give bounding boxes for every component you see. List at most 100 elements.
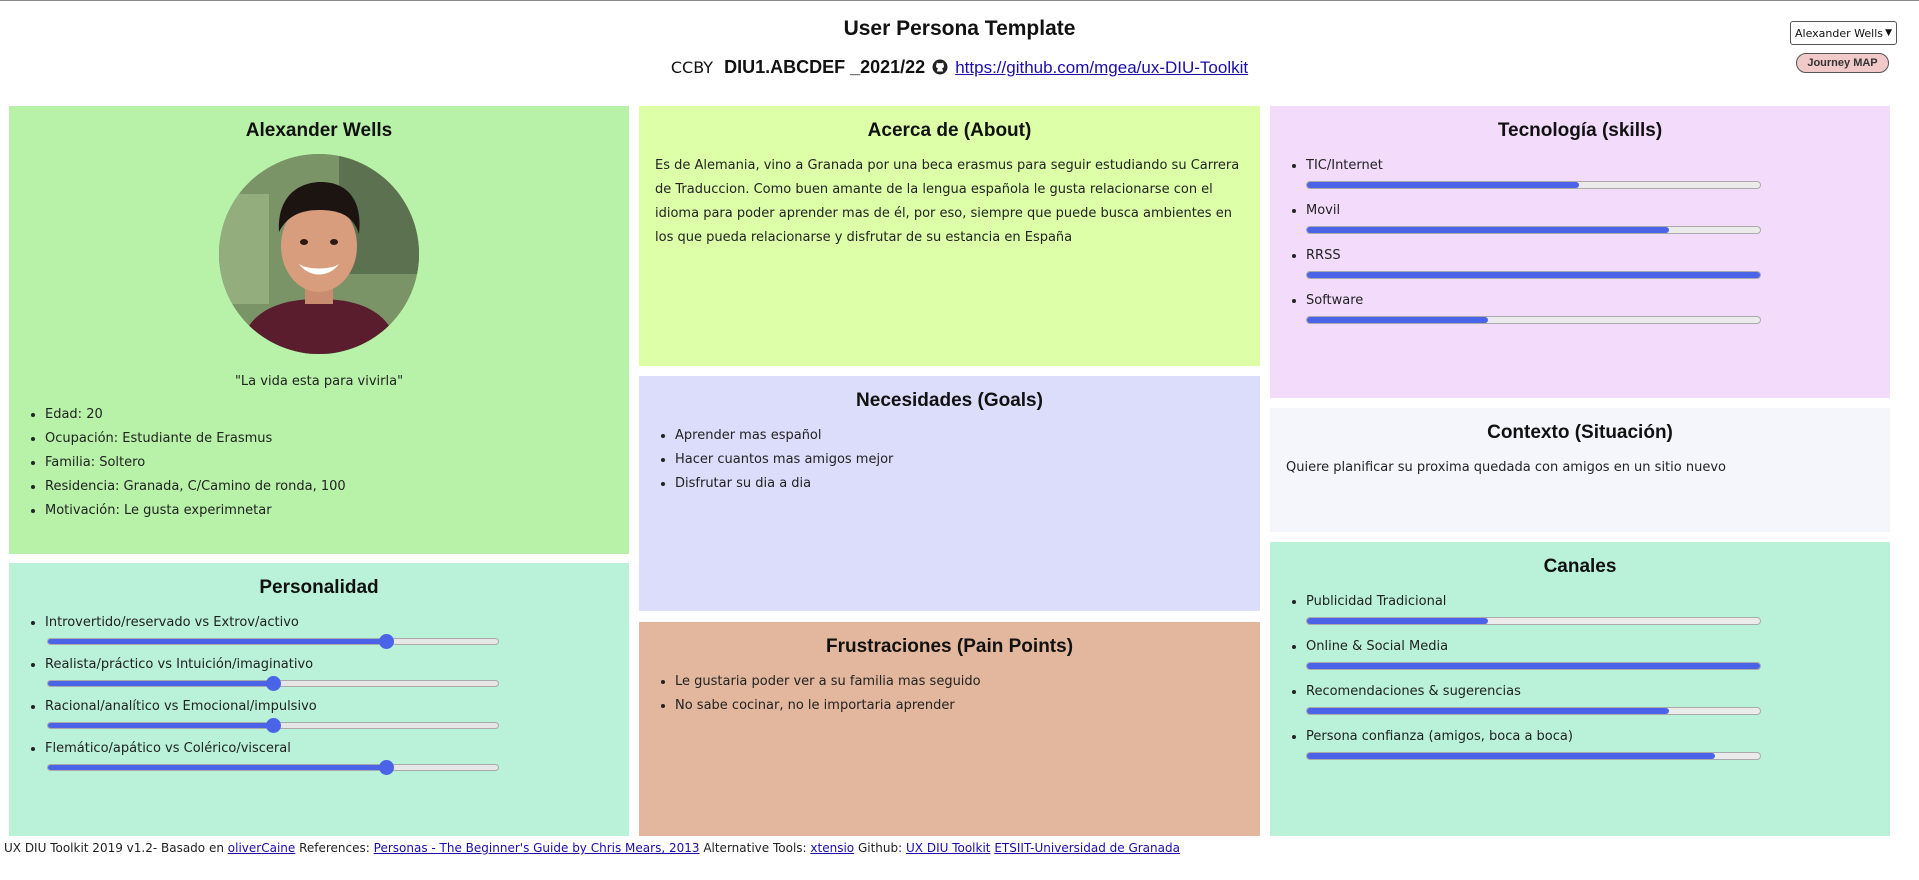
- detail-residence: Residencia: Granada, C/Camino de ronda, …: [45, 475, 613, 499]
- trait-slider-thumb[interactable]: [378, 634, 394, 649]
- channel-progress-fill: [1307, 753, 1715, 759]
- github-icon: [932, 59, 948, 75]
- about-card: Acerca de (About) Es de Alemania, vino a…: [639, 106, 1260, 366]
- about-title: Acerca de (About): [867, 120, 1032, 141]
- detail-occupation: Ocupación: Estudiante de Erasmus: [45, 427, 613, 451]
- persona-select-value: Alexander Wells: [1795, 26, 1883, 40]
- trait-slider[interactable]: [47, 634, 499, 649]
- repo-link[interactable]: https://github.com/mgea/ux-DIU-Toolkit: [955, 58, 1248, 77]
- footer-references-label: References:: [299, 841, 370, 855]
- footer-tools-link[interactable]: xtensio: [810, 841, 854, 855]
- personality-trait: Introvertido/reservado vs Extrov/activo: [45, 611, 613, 649]
- skill-progress-fill: [1307, 272, 1760, 278]
- skill-label: TIC/Internet: [1306, 158, 1383, 173]
- tech-list: TIC/Internet Movil RRSS Software: [1286, 154, 1874, 324]
- goals-title: Necesidades (Goals): [856, 390, 1043, 411]
- page-title: User Persona Template: [843, 17, 1076, 40]
- personality-trait: Realista/práctico vs Intuición/imaginati…: [45, 653, 613, 691]
- channel-progress-bar: [1306, 617, 1761, 625]
- trait-slider-fill: [48, 723, 273, 728]
- personality-card: Personalidad Introvertido/reservado vs E…: [9, 563, 629, 836]
- trait-slider-fill: [48, 639, 386, 644]
- skill-progress-bar: [1306, 271, 1761, 279]
- channel-label: Online & Social Media: [1306, 639, 1449, 654]
- personality-trait: Flemático/apático vs Colérico/visceral: [45, 737, 613, 775]
- tech-card: Tecnología (skills) TIC/Internet Movil R…: [1270, 106, 1890, 398]
- personality-title: Personalidad: [259, 577, 379, 598]
- detail-motivation: Motivación: Le gusta experimnetar: [45, 499, 613, 523]
- channel-label: Persona confianza (amigos, boca a boca): [1306, 729, 1573, 744]
- tech-skill: Software: [1306, 289, 1874, 324]
- trait-slider-fill: [48, 765, 386, 770]
- trait-slider[interactable]: [47, 676, 499, 691]
- persona-details-list: Edad: 20 Ocupación: Estudiante de Erasmu…: [25, 403, 613, 523]
- detail-age: Edad: 20: [45, 403, 613, 427]
- channel-progress-fill: [1307, 618, 1489, 624]
- channel-progress-bar: [1306, 662, 1761, 670]
- detail-family: Familia: Soltero: [45, 451, 613, 475]
- context-text: Quiere planificar su proxima quedada con…: [1286, 460, 1726, 475]
- goal-item: Hacer cuantos mas amigos mejor: [675, 448, 1244, 472]
- channel-progress-fill: [1307, 663, 1760, 669]
- frustrations-card: Frustraciones (Pain Points) Le gustaria …: [639, 622, 1260, 836]
- channel-item: Online & Social Media: [1306, 635, 1874, 670]
- channel-progress-bar: [1306, 707, 1761, 715]
- course-code: DIU1.ABCDEF _2021/22: [724, 57, 926, 77]
- persona-quote: "La vida esta para vivirla": [234, 374, 404, 389]
- trait-label: Introvertido/reservado vs Extrov/activo: [45, 615, 299, 630]
- channel-item: Recomendaciones & sugerencias: [1306, 680, 1874, 715]
- goal-item: Aprender mas español: [675, 424, 1244, 448]
- tech-skill: TIC/Internet: [1306, 154, 1874, 189]
- skill-progress-bar: [1306, 316, 1761, 324]
- footer-etsiit-link[interactable]: ETSIIT-Universidad de Granada: [994, 841, 1180, 855]
- channels-card: Canales Publicidad Tradicional Online & …: [1270, 542, 1890, 836]
- footer-tools-label: Alternative Tools:: [703, 841, 807, 855]
- frustration-item: Le gustaria poder ver a su familia mas s…: [675, 670, 1244, 694]
- footer-github-label: Github:: [857, 841, 903, 855]
- footer-github-link[interactable]: UX DIU Toolkit: [906, 841, 991, 855]
- trait-slider-thumb[interactable]: [378, 760, 394, 775]
- personality-trait: Racional/analítico vs Emocional/impulsiv…: [45, 695, 613, 733]
- chevron-down-icon: ▼: [1885, 28, 1892, 38]
- page-subtitle: CCBY DIU1.ABCDEF _2021/22 https://github…: [0, 57, 1919, 78]
- profile-card: Alexander Wells "La vida esta para vivir…: [9, 106, 629, 554]
- channel-item: Publicidad Tradicional: [1306, 590, 1874, 625]
- avatar: [219, 154, 419, 354]
- skill-label: RRSS: [1306, 248, 1341, 263]
- skill-progress-fill: [1307, 317, 1489, 323]
- goals-card: Necesidades (Goals) Aprender mas español…: [639, 376, 1260, 611]
- about-text: Es de Alemania, vino a Granada por una b…: [655, 158, 1240, 245]
- persona-select[interactable]: Alexander Wells ▼: [1790, 21, 1897, 45]
- tech-skill: RRSS: [1306, 244, 1874, 279]
- channel-progress-bar: [1306, 752, 1761, 760]
- frustrations-list: Le gustaria poder ver a su familia mas s…: [655, 670, 1244, 718]
- trait-slider[interactable]: [47, 760, 499, 775]
- channels-title: Canales: [1543, 556, 1617, 577]
- channel-label: Publicidad Tradicional: [1306, 594, 1447, 609]
- goals-list: Aprender mas español Hacer cuantos mas a…: [655, 424, 1244, 496]
- context-title: Contexto (Situación): [1487, 422, 1673, 443]
- trait-slider-thumb[interactable]: [266, 718, 281, 733]
- footer-credit-link[interactable]: oliverCaine: [228, 841, 295, 855]
- skill-progress-fill: [1307, 227, 1670, 233]
- trait-slider[interactable]: [47, 718, 499, 733]
- channel-progress-fill: [1307, 708, 1670, 714]
- trait-label: Flemático/apático vs Colérico/visceral: [45, 741, 291, 756]
- personality-list: Introvertido/reservado vs Extrov/activo …: [25, 611, 613, 775]
- persona-name: Alexander Wells: [245, 120, 393, 141]
- skill-progress-fill: [1307, 182, 1579, 188]
- license-label: CCBY: [670, 58, 714, 77]
- trait-label: Racional/analítico vs Emocional/impulsiv…: [45, 699, 317, 714]
- trait-slider-thumb[interactable]: [266, 676, 281, 691]
- footer-references-link[interactable]: Personas - The Beginner's Guide by Chris…: [374, 841, 700, 855]
- trait-slider-fill: [48, 681, 273, 686]
- skill-progress-bar: [1306, 181, 1761, 189]
- frustrations-title: Frustraciones (Pain Points): [825, 636, 1074, 657]
- avatar-portrait: [219, 154, 419, 354]
- goal-item: Disfrutar su dia a dia: [675, 472, 1244, 496]
- skill-label: Software: [1306, 293, 1364, 308]
- channel-item: Persona confianza (amigos, boca a boca): [1306, 725, 1874, 760]
- channel-label: Recomendaciones & sugerencias: [1306, 684, 1521, 699]
- journey-map-button[interactable]: Journey MAP: [1796, 53, 1889, 73]
- skill-label: Movil: [1306, 203, 1341, 218]
